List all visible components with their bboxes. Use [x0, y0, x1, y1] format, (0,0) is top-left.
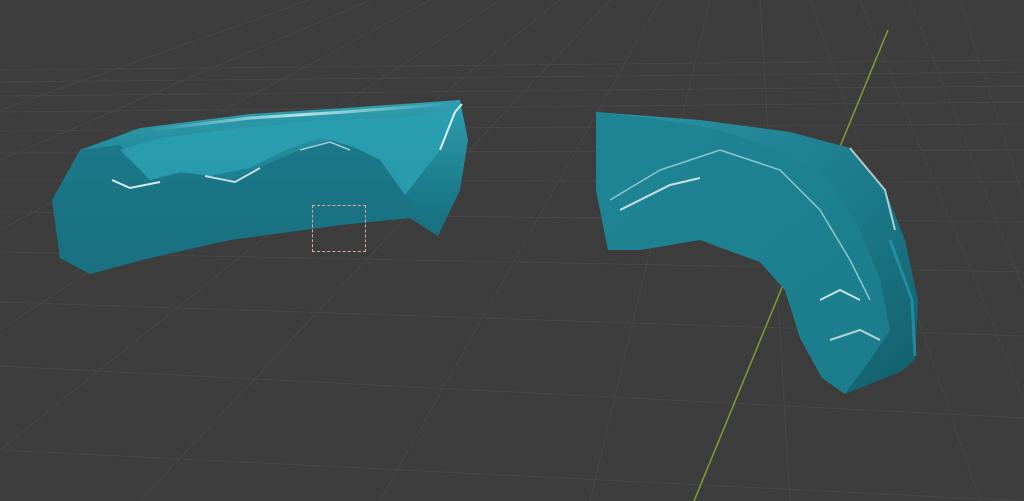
viewport-canvas[interactable]	[0, 0, 1024, 501]
3d-viewport[interactable]	[0, 0, 1024, 501]
mesh-object-left[interactable]	[52, 100, 468, 274]
box-select-icon[interactable]	[312, 205, 366, 252]
mesh-object-right[interactable]	[596, 112, 918, 394]
